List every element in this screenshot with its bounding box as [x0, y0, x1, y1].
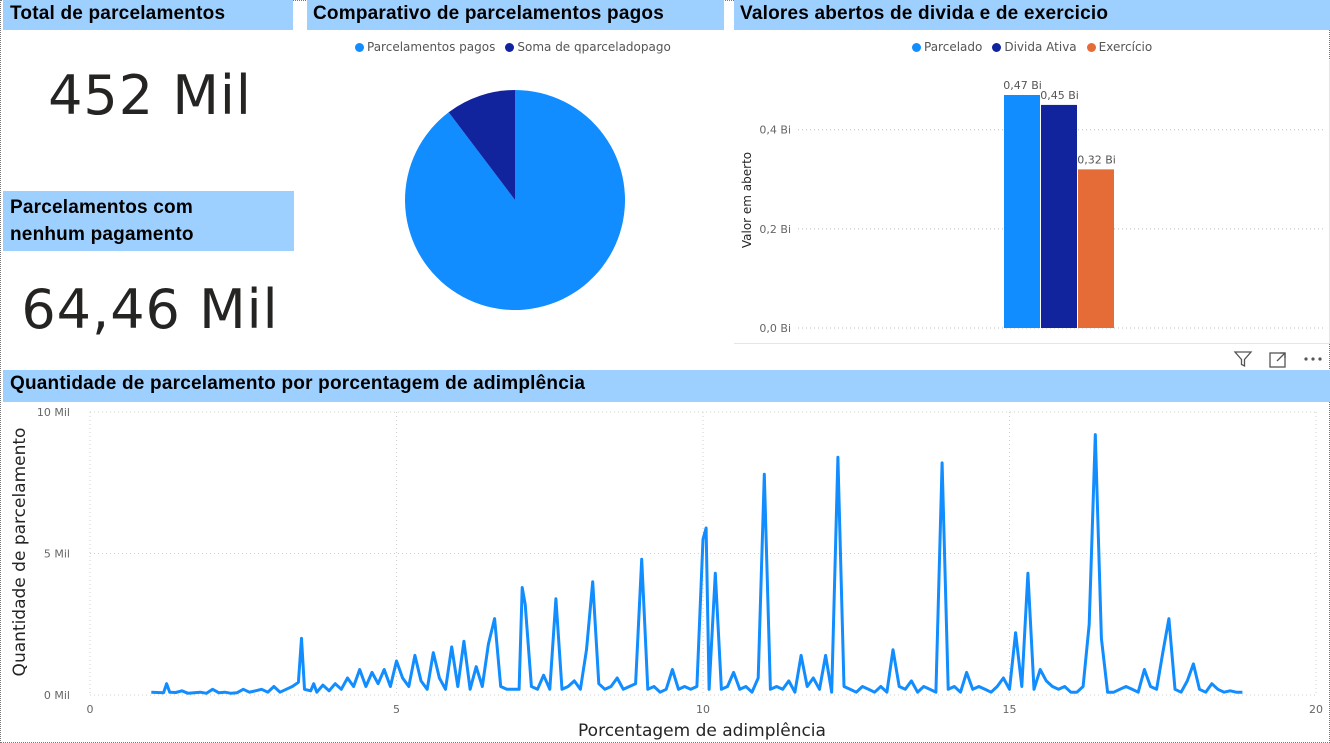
line-xtick-label: 5	[393, 703, 400, 716]
pie-title: Comparativo de parcelamentos pagos	[307, 0, 724, 30]
bar-ytick-label: 0,4 Bi	[759, 124, 791, 137]
card-sem-pagamento-title: Parcelamentos com nenhum pagamento	[3, 191, 294, 251]
card-sem-pagamento-title-line1: Parcelamentos com	[10, 197, 193, 218]
legend-dot-icon	[1086, 42, 1096, 52]
card-sem-pagamento-title-line2: nenhum pagamento	[10, 224, 194, 245]
pie-legend-label: Parcelamentos pagos	[367, 40, 496, 54]
bar-divida-ativa	[1041, 104, 1077, 329]
line-ytick-label: 10 Mil	[37, 406, 70, 419]
bar-legend-item[interactable]: Exercício	[1086, 40, 1153, 54]
bar-data-label: 0,47 Bi	[1003, 79, 1042, 92]
line-series	[151, 433, 1243, 695]
bar-legend-label: Parcelado	[924, 40, 983, 54]
line-ylabel: Quantidade de parcelamento	[10, 428, 30, 677]
bar-parcelado	[1004, 95, 1040, 328]
legend-dot-icon	[912, 42, 921, 52]
card-total-value: 452 Mil	[48, 64, 252, 127]
card-total-title: Total de parcelamentos	[3, 0, 293, 30]
line-xtick-label: 20	[1309, 703, 1323, 716]
line-xlabel: Porcentagem de adimplência	[578, 721, 826, 741]
bar-data-label: 0,32 Bi	[1077, 153, 1116, 166]
legend-dot-icon	[992, 42, 1002, 52]
bar-chart: Valor em aberto 0,0 Bi 0,2 Bi 0,4 Bi 0,47 B…	[734, 60, 1330, 344]
bar-ytick-label: 0,2 Bi	[759, 223, 791, 236]
pie-legend: Parcelamentos pagos Soma de qparceladopa…	[355, 40, 675, 54]
pie-legend-item[interactable]: Soma de qparceladopago	[505, 40, 671, 54]
pie-legend-label: Soma de qparceladopago	[517, 40, 671, 54]
legend-dot-icon	[505, 42, 515, 52]
filter-icon[interactable]	[1233, 349, 1253, 369]
line-chart: Quantidade de parcelamento Porcentagem d…	[10, 406, 1323, 741]
bar-exerc-cio	[1078, 169, 1114, 328]
card-sem-pagamento-value: 64,46 Mil	[21, 278, 279, 341]
pie-legend-item[interactable]: Parcelamentos pagos	[355, 40, 495, 54]
bar-data-label: 0,45 Bi	[1040, 89, 1079, 102]
line-title: Quantidade de parcelamento por porcentag…	[3, 370, 1330, 402]
more-options-icon[interactable]	[1302, 352, 1324, 366]
line-ytick-label: 0 Mil	[44, 689, 70, 702]
bar-legend: Parcelado Divida Ativa Exercício	[912, 40, 1156, 54]
bar-title: Valores abertos de divida e de exercicio	[734, 0, 1330, 30]
line-xtick-label: 15	[1003, 703, 1017, 716]
line-ytick-label: 5 Mil	[44, 548, 70, 561]
focus-mode-icon[interactable]	[1268, 350, 1288, 369]
line-xtick-label: 0	[87, 703, 94, 716]
bar-legend-item[interactable]: Divida Ativa	[992, 40, 1077, 54]
pie-chart	[404, 90, 625, 310]
bar-ytick-label: 0,0 Bi	[759, 322, 791, 335]
bar-legend-item[interactable]: Parcelado	[912, 40, 982, 54]
line-xtick-label: 10	[696, 703, 710, 716]
legend-dot-icon	[355, 42, 364, 52]
bar-ylabel: Valor em aberto	[740, 152, 754, 248]
bar-legend-label: Exercício	[1098, 40, 1153, 54]
bar-legend-label: Divida Ativa	[1004, 40, 1077, 54]
